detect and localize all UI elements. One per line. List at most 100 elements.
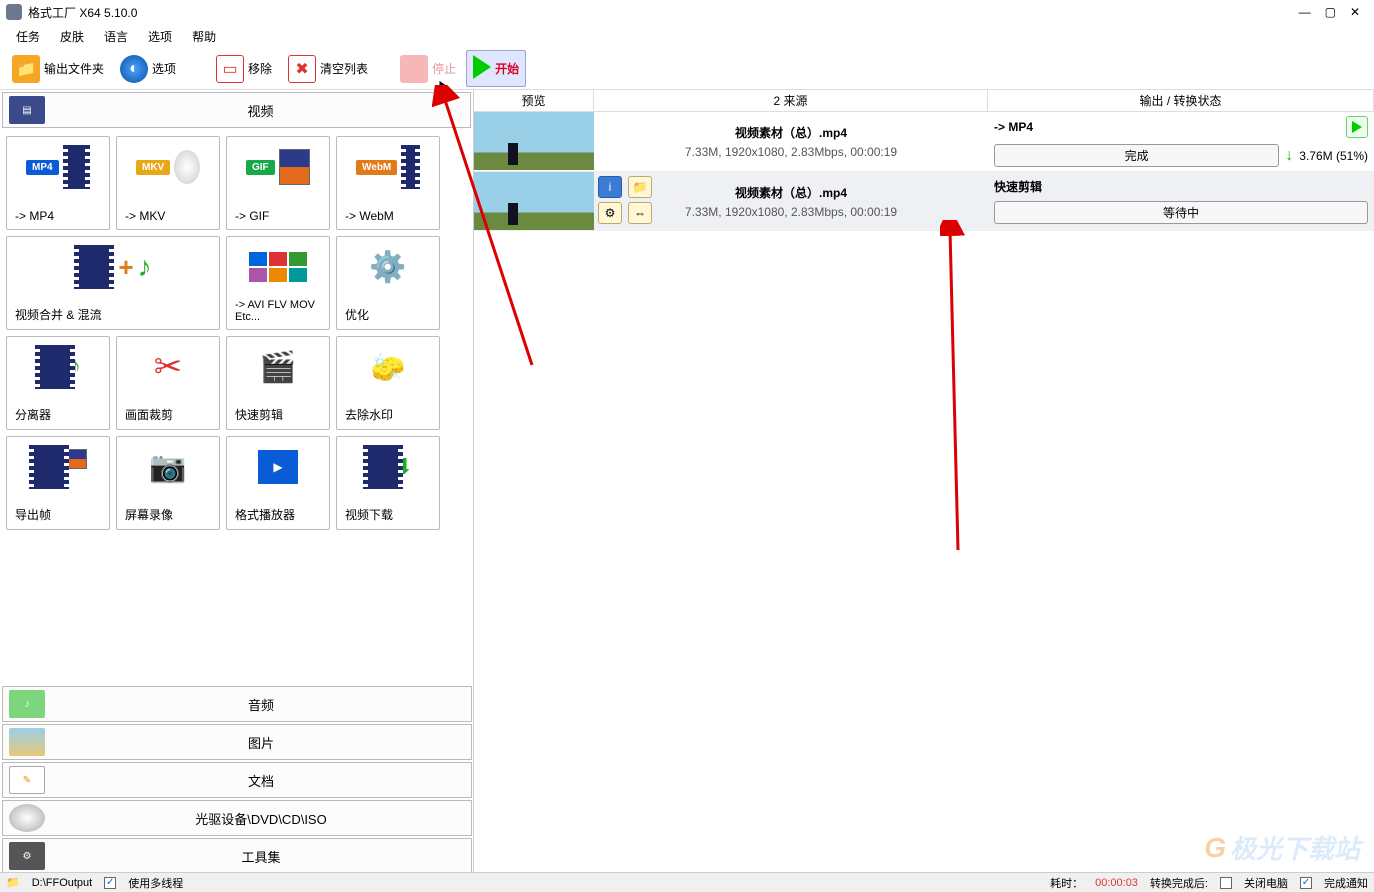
- app-icon: [6, 4, 22, 20]
- webm-badge: WebM: [356, 160, 397, 175]
- header-preview[interactable]: 预览: [474, 90, 594, 111]
- category-audio[interactable]: ♪ 音频: [2, 686, 472, 722]
- multithread-label: 使用多线程: [128, 875, 183, 891]
- done-notify-checkbox[interactable]: [1300, 877, 1312, 889]
- row-play-button[interactable]: [1346, 116, 1368, 138]
- mkv-badge: MKV: [136, 160, 170, 175]
- card-mkv[interactable]: MKV -> MKV: [116, 136, 220, 230]
- shutdown-checkbox[interactable]: [1220, 877, 1232, 889]
- start-button[interactable]: 开始: [466, 50, 526, 87]
- category-document[interactable]: ✎ 文档: [2, 762, 472, 798]
- options-button[interactable]: ◐ 选项: [114, 51, 182, 87]
- row-target: 快速剪辑: [994, 178, 1042, 195]
- remove-icon: ▭: [216, 55, 244, 83]
- statusbar-folder-icon[interactable]: 📁: [6, 876, 20, 889]
- card-exportframe-label: 导出帧: [11, 506, 105, 523]
- minimize-button[interactable]: —: [1299, 5, 1311, 19]
- table-header: 预览 2 来源 输出 / 转换状态: [474, 90, 1374, 112]
- video-category-icon: ▤: [9, 96, 45, 124]
- elapsed-label: 耗时：: [1050, 875, 1083, 891]
- category-tools[interactable]: ⚙ 工具集: [2, 838, 472, 874]
- clear-icon: ✖: [288, 55, 316, 83]
- gif-badge: GIF: [246, 160, 275, 175]
- menubar: 任务 皮肤 语言 选项 帮助: [0, 24, 1374, 48]
- card-avi-etc[interactable]: -> AVI FLV MOV Etc...: [226, 236, 330, 330]
- card-gif[interactable]: GIF -> GIF: [226, 136, 330, 230]
- row-mini-toolbar: i 📁 ⚙ ⇔: [598, 176, 654, 224]
- stop-button[interactable]: 停止: [394, 51, 462, 87]
- category-optical[interactable]: 光驱设备\DVD\CD\ISO: [2, 800, 472, 836]
- stop-icon: [400, 55, 428, 83]
- menu-language[interactable]: 语言: [96, 26, 136, 47]
- category-document-label: 文档: [51, 771, 471, 790]
- optical-icon: [9, 804, 45, 832]
- card-exportframe[interactable]: 导出帧: [6, 436, 110, 530]
- card-joiner[interactable]: +♪ 视频合并 & 混流: [6, 236, 220, 330]
- card-dewatermark[interactable]: 🧽 去除水印: [336, 336, 440, 430]
- output-folder-button[interactable]: 📁 输出文件夹: [6, 51, 110, 87]
- document-icon: ✎: [9, 766, 45, 794]
- row-output: -> MP4 完成 ↓ 3.76M (51%): [988, 112, 1374, 171]
- card-webm-label: -> WebM: [341, 209, 435, 223]
- audio-icon: ♪: [9, 690, 45, 718]
- stop-label: 停止: [432, 60, 456, 77]
- row-target: -> MP4: [994, 120, 1033, 134]
- card-crop[interactable]: ✂ 画面裁剪: [116, 336, 220, 430]
- card-optimize[interactable]: ⚙️ 优化: [336, 236, 440, 330]
- mp4-badge: MP4: [26, 160, 59, 175]
- row-meta: 7.33M, 1920x1080, 2.83Mbps, 00:00:19: [685, 145, 897, 159]
- menu-task[interactable]: 任务: [8, 26, 48, 47]
- window-title: 格式工厂 X64 5.10.0: [28, 4, 1299, 21]
- row-outsize: 3.76M (51%): [1299, 149, 1368, 163]
- main-area: ▤ 视频 MP4 -> MP4 MKV -> MKV GIF -> GIF We…: [0, 90, 1374, 874]
- remove-button[interactable]: ▭ 移除: [210, 51, 278, 87]
- card-separator[interactable]: ♪ 分离器: [6, 336, 110, 430]
- row-status: 等待中: [994, 201, 1368, 224]
- header-source[interactable]: 2 来源: [594, 90, 988, 111]
- multithread-checkbox[interactable]: [104, 877, 116, 889]
- row-filename: 视频素材（总）.mp4: [735, 184, 847, 201]
- info-icon[interactable]: i: [598, 176, 622, 198]
- clear-list-button[interactable]: ✖ 清空列表: [282, 51, 374, 87]
- card-quicktrim[interactable]: 🎬 快速剪辑: [226, 336, 330, 430]
- remove-label: 移除: [248, 60, 272, 77]
- table-row[interactable]: i 📁 ⚙ ⇔ 视频素材（总）.mp4 7.33M, 1920x1080, 2.…: [474, 172, 1374, 231]
- category-audio-label: 音频: [51, 695, 471, 714]
- row-filename: 视频素材（总）.mp4: [735, 124, 847, 141]
- menu-help[interactable]: 帮助: [184, 26, 224, 47]
- clear-list-label: 清空列表: [320, 60, 368, 77]
- table-row[interactable]: 视频素材（总）.mp4 7.33M, 1920x1080, 2.83Mbps, …: [474, 112, 1374, 172]
- close-button[interactable]: ✕: [1350, 5, 1360, 19]
- download-arrow-icon: ↓: [1285, 147, 1293, 165]
- card-mp4[interactable]: MP4 -> MP4: [6, 136, 110, 230]
- header-output[interactable]: 输出 / 转换状态: [988, 90, 1374, 111]
- card-avi-etc-label: -> AVI FLV MOV Etc...: [231, 299, 325, 323]
- open-folder-icon[interactable]: 📁: [628, 176, 652, 198]
- settings-icon[interactable]: ⚙: [598, 202, 622, 224]
- category-picture[interactable]: 图片: [2, 724, 472, 760]
- card-player[interactable]: ▶ 格式播放器: [226, 436, 330, 530]
- category-picture-label: 图片: [51, 733, 471, 752]
- menu-skin[interactable]: 皮肤: [52, 26, 92, 47]
- after-convert-label: 转换完成后:: [1150, 875, 1208, 891]
- category-video-label: 视频: [51, 101, 470, 120]
- after-convert-action: 关闭电脑: [1244, 875, 1288, 891]
- output-path[interactable]: D:\FFOutput: [32, 877, 93, 889]
- category-video[interactable]: ▤ 视频: [2, 92, 471, 128]
- card-optimize-label: 优化: [341, 306, 435, 323]
- card-player-label: 格式播放器: [231, 506, 325, 523]
- card-downloader[interactable]: ⬇ 视频下载: [336, 436, 440, 530]
- menu-options[interactable]: 选项: [140, 26, 180, 47]
- statusbar: 📁 D:\FFOutput 使用多线程 耗时： 00:00:03 转换完成后: …: [0, 872, 1374, 892]
- watermark: G极光下载站: [1204, 829, 1360, 866]
- card-screenrec[interactable]: 📷 屏幕录像: [116, 436, 220, 530]
- card-webm[interactable]: WebM -> WebM: [336, 136, 440, 230]
- toolbar: 📁 输出文件夹 ◐ 选项 ▭ 移除 ✖ 清空列表 停止 开始: [0, 48, 1374, 90]
- maximize-button[interactable]: ▢: [1325, 5, 1336, 19]
- range-icon[interactable]: ⇔: [628, 202, 652, 224]
- preview-thumb: [474, 172, 594, 230]
- picture-icon: [9, 728, 45, 756]
- card-mkv-label: -> MKV: [121, 209, 215, 223]
- tools-icon: ⚙: [9, 842, 45, 870]
- options-label: 选项: [152, 60, 176, 77]
